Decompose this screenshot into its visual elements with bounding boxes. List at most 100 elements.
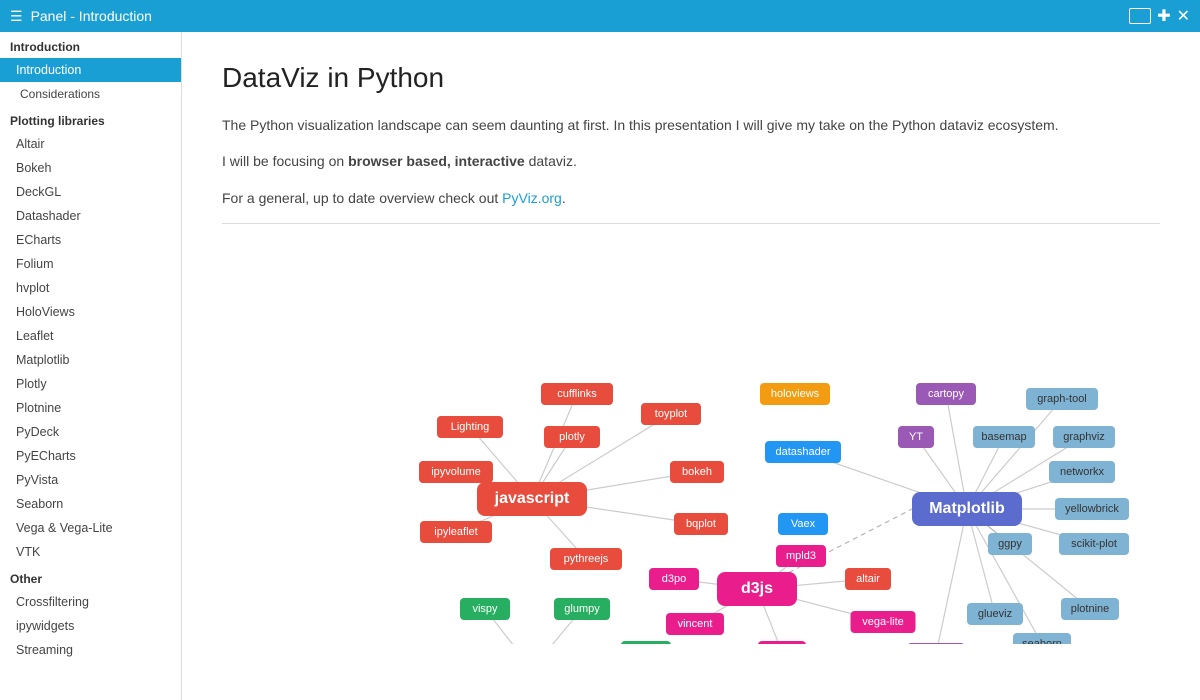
svg-text:altair: altair (856, 573, 880, 585)
network-node: vega-lite (851, 611, 916, 633)
network-node: cartopy (916, 383, 976, 405)
svg-text:glumpy: glumpy (564, 603, 600, 615)
network-node: vega (758, 641, 806, 644)
sidebar-item[interactable]: Datashader (0, 204, 181, 228)
svg-text:scikit-plot: scikit-plot (1071, 538, 1117, 550)
sidebar-item[interactable]: Bokeh (0, 156, 181, 180)
svg-text:graph-tool: graph-tool (1037, 393, 1087, 405)
sidebar-item[interactable]: Crossfiltering (0, 590, 181, 614)
network-node: ipyleaflet (420, 521, 492, 543)
network-node: datashader (765, 441, 841, 463)
network-node: javascript (477, 482, 587, 516)
network-node: altair (845, 568, 891, 590)
sidebar-item[interactable]: PyDeck (0, 420, 181, 444)
svg-text:vispy: vispy (472, 603, 498, 615)
svg-text:networkx: networkx (1060, 466, 1105, 478)
svg-text:d3po: d3po (662, 573, 686, 585)
svg-text:javascript: javascript (494, 490, 570, 507)
network-node: vincent (666, 613, 724, 635)
svg-text:plotnine: plotnine (1071, 603, 1110, 615)
svg-text:datashader: datashader (775, 446, 830, 458)
network-node: networkx (1049, 461, 1115, 483)
window-controls: ✚ ✕ (1129, 6, 1190, 26)
sidebar-item[interactable]: Altair (0, 132, 181, 156)
layout: IntroductionIntroductionConsiderationsPl… (0, 32, 1200, 700)
svg-text:ggpy: ggpy (998, 538, 1022, 550)
network-node: holoviews (760, 383, 830, 405)
sidebar-item[interactable]: hvplot (0, 276, 181, 300)
sidebar-item[interactable]: PyVista (0, 468, 181, 492)
svg-text:vega-lite: vega-lite (862, 616, 904, 628)
menu-icon[interactable]: ☰ (10, 8, 23, 25)
para2-bold: browser based, interactive (348, 153, 525, 169)
sidebar-item[interactable]: Plotnine (0, 396, 181, 420)
sidebar-item[interactable]: PyECharts (0, 444, 181, 468)
para3-suffix: . (562, 190, 566, 206)
sidebar-item[interactable]: DeckGL (0, 180, 181, 204)
sidebar-item[interactable]: ipywidgets (0, 614, 181, 638)
sidebar: IntroductionIntroductionConsiderationsPl… (0, 32, 182, 700)
para2-prefix: I will be focusing on (222, 153, 348, 169)
sidebar-item[interactable]: Vega & Vega-Lite (0, 516, 181, 540)
para3-prefix: For a general, up to date overview check… (222, 190, 502, 206)
sidebar-item[interactable]: ECharts (0, 228, 181, 252)
network-node: cufflinks (541, 383, 613, 405)
sidebar-item[interactable]: Leaflet (0, 324, 181, 348)
sidebar-item[interactable]: Folium (0, 252, 181, 276)
network-node: YT (898, 426, 934, 448)
network-node: bqplot (674, 513, 728, 535)
svg-text:bokeh: bokeh (682, 466, 712, 478)
svg-text:Lighting: Lighting (451, 421, 490, 433)
para3: For a general, up to date overview check… (222, 187, 1160, 209)
network-node: scikit-plot (1059, 533, 1129, 555)
pyviz-link[interactable]: PyViz.org (502, 190, 562, 206)
svg-text:graphviz: graphviz (1063, 431, 1105, 443)
para1: The Python visualization landscape can s… (222, 114, 1160, 136)
sidebar-item[interactable]: Plotly (0, 372, 181, 396)
svg-text:Matplotlib: Matplotlib (929, 500, 1005, 517)
network-node: d3js (717, 572, 797, 606)
sidebar-item[interactable]: Considerations (0, 82, 181, 106)
sidebar-item[interactable]: VTK (0, 540, 181, 564)
svg-text:holoviews: holoviews (771, 388, 820, 400)
sidebar-item[interactable]: HoloViews (0, 300, 181, 324)
network-node: toyplot (641, 403, 701, 425)
sidebar-item[interactable]: Matplotlib (0, 348, 181, 372)
sidebar-section-header: Plotting libraries (0, 106, 181, 132)
sidebar-item[interactable]: Streaming (0, 638, 181, 662)
svg-text:ipyleaflet: ipyleaflet (434, 526, 477, 538)
network-node: glumpy (554, 598, 610, 620)
network-node: ggpy (988, 533, 1032, 555)
sidebar-item[interactable]: Introduction (0, 58, 181, 82)
svg-text:basemap: basemap (981, 431, 1026, 443)
network-node: glueviz (967, 603, 1023, 625)
network-node: Vaex (778, 513, 828, 535)
sidebar-item[interactable]: Seaborn (0, 492, 181, 516)
network-node: Matplotlib (912, 492, 1022, 526)
svg-text:vincent: vincent (678, 618, 713, 630)
network-node: ipyvolume (419, 461, 493, 483)
network-node: plotly (544, 426, 600, 448)
network-node: d3po (649, 568, 699, 590)
svg-text:d3js: d3js (741, 580, 773, 597)
ctrl-box[interactable] (1129, 8, 1151, 24)
svg-text:toyplot: toyplot (655, 408, 687, 420)
svg-text:YT: YT (909, 431, 923, 443)
svg-text:pythreejs: pythreejs (564, 553, 609, 565)
network-node: vispy (460, 598, 510, 620)
svg-text:cufflinks: cufflinks (557, 388, 597, 400)
page-title: DataViz in Python (222, 62, 1160, 94)
ctrl-plus[interactable]: ✚ (1157, 6, 1170, 26)
sidebar-section-header: Introduction (0, 32, 181, 58)
network-node: Lighting (437, 416, 503, 438)
ctrl-close[interactable]: ✕ (1177, 6, 1190, 26)
para2-suffix: dataviz. (525, 153, 577, 169)
topbar: ☰ Panel - Introduction ✚ ✕ (0, 0, 1200, 32)
network-node: bokeh (670, 461, 724, 483)
svg-text:Vaex: Vaex (791, 518, 816, 530)
svg-text:seaborn: seaborn (1022, 638, 1062, 644)
svg-text:plotly: plotly (559, 431, 585, 443)
network-node: pythreejs (550, 548, 622, 570)
network-svg: javascriptd3jsMatplotlibOpenGLcufflinkst… (222, 244, 1160, 644)
svg-text:ipyvolume: ipyvolume (431, 466, 481, 478)
